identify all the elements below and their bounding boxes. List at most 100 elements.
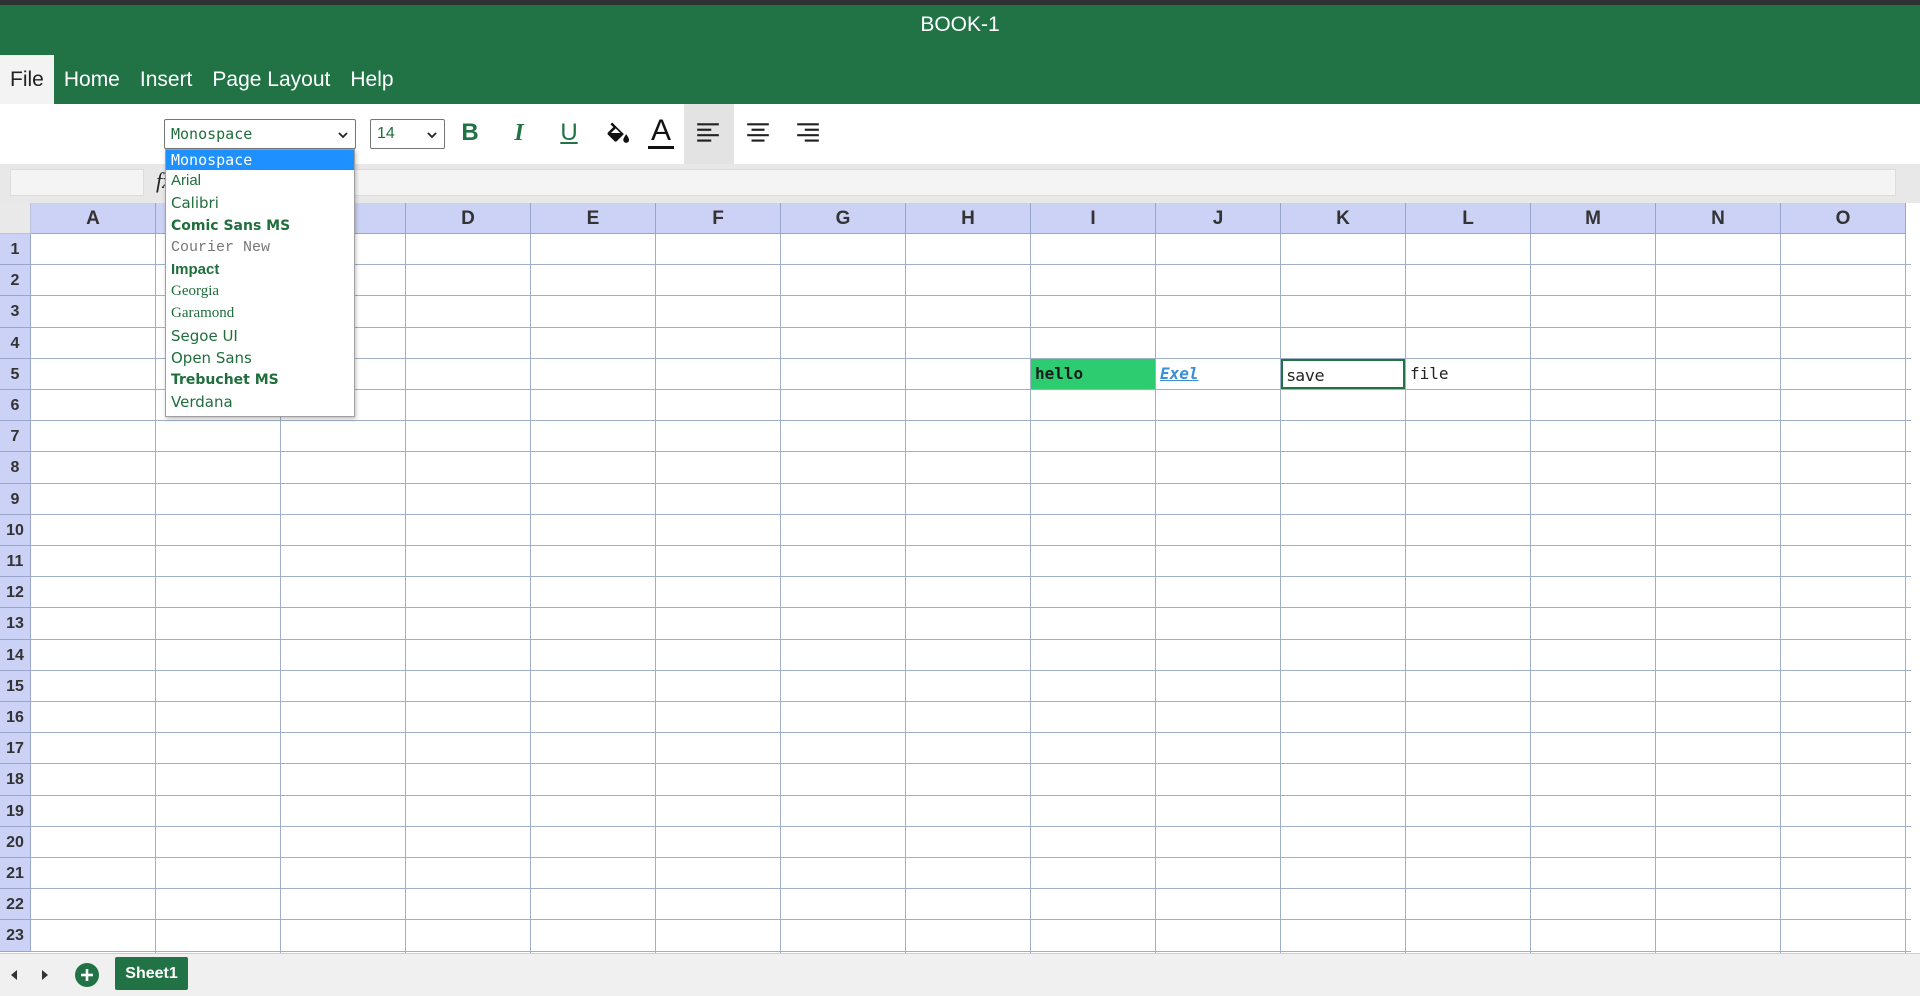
font-family-value: Monospace: [171, 125, 253, 143]
menu-help[interactable]: Help: [340, 55, 403, 104]
font-size-select[interactable]: 14: [370, 119, 445, 149]
column-header-j[interactable]: J: [1156, 203, 1281, 234]
column-header-f[interactable]: F: [656, 203, 781, 234]
column-gridline: [1905, 234, 1906, 953]
column-header-l[interactable]: L: [1406, 203, 1531, 234]
cut-button[interactable]: [7, 13, 43, 49]
row-header-5[interactable]: 5: [0, 358, 31, 390]
align-center-button[interactable]: [738, 113, 778, 153]
row-gridline: [31, 576, 1911, 578]
menu-page-layout[interactable]: Page Layout: [202, 55, 340, 104]
column-header-a[interactable]: A: [31, 203, 156, 234]
row-header-9[interactable]: 9: [0, 483, 31, 515]
column-gridline: [1155, 234, 1156, 953]
row-header-12[interactable]: 12: [0, 577, 31, 609]
font-option-calibri[interactable]: Calibri: [166, 192, 354, 215]
column-header-e[interactable]: E: [531, 203, 656, 234]
chevron-down-icon: [338, 132, 348, 139]
italic-button[interactable]: I: [499, 113, 539, 153]
row-gridline: [31, 669, 1911, 671]
column-gridline: [1780, 234, 1781, 953]
column-header-m[interactable]: M: [1531, 203, 1656, 234]
formula-input[interactable]: [176, 169, 1896, 196]
row-header-14[interactable]: 14: [0, 639, 31, 671]
fill-color-button[interactable]: [598, 113, 638, 153]
add-sheet-icon[interactable]: [74, 962, 100, 988]
select-all-corner[interactable]: [0, 203, 31, 234]
row-header-22[interactable]: 22: [0, 889, 31, 921]
row-header-8[interactable]: 8: [0, 452, 31, 484]
row-header-1[interactable]: 1: [0, 234, 31, 266]
font-option-georgia[interactable]: Georgia: [166, 281, 354, 302]
align-left-button[interactable]: [688, 113, 728, 153]
row-header-15[interactable]: 15: [0, 670, 31, 702]
row-header-10[interactable]: 10: [0, 514, 31, 546]
row-gridline: [31, 763, 1911, 765]
row-header-4[interactable]: 4: [0, 327, 31, 359]
font-option-trebuchet-ms[interactable]: Trebuchet MS: [166, 369, 354, 391]
cell-k5[interactable]: save: [1281, 358, 1405, 389]
cell-l5[interactable]: file: [1406, 359, 1530, 389]
align-center-icon: [747, 123, 769, 142]
text-color-button[interactable]: A: [641, 113, 681, 153]
text-color-swatch: [648, 145, 674, 149]
scroll-right-icon[interactable]: [40, 969, 50, 981]
column-header-g[interactable]: G: [781, 203, 906, 234]
row-header-7[interactable]: 7: [0, 421, 31, 453]
font-family-select[interactable]: Monospace: [164, 119, 356, 149]
row-header-16[interactable]: 16: [0, 702, 31, 734]
font-option-arial[interactable]: Arial: [166, 170, 354, 192]
title-bar: BOOK-1: [0, 5, 1920, 55]
row-header-3[interactable]: 3: [0, 296, 31, 328]
column-header-n[interactable]: N: [1656, 203, 1781, 234]
row-header-2[interactable]: 2: [0, 265, 31, 297]
column-header-k[interactable]: K: [1281, 203, 1406, 234]
fill-color-icon: [607, 122, 630, 143]
font-option-comic-sans-ms[interactable]: Comic Sans MS: [166, 215, 354, 237]
sheet-bar: Sheet1: [0, 953, 1920, 996]
menu-file[interactable]: File: [0, 55, 54, 104]
row-header-20[interactable]: 20: [0, 826, 31, 858]
row-header-18[interactable]: 18: [0, 764, 31, 796]
font-option-courier-new[interactable]: Courier New: [166, 237, 354, 258]
column-gridline: [1280, 234, 1281, 953]
font-option-segoe-ui[interactable]: Segoe UI: [166, 325, 354, 347]
name-box[interactable]: [10, 169, 144, 196]
row-header-6[interactable]: 6: [0, 390, 31, 422]
font-option-monospace[interactable]: Monospace: [166, 150, 354, 170]
row-gridline: [31, 888, 1911, 890]
menu-home[interactable]: Home: [54, 55, 130, 104]
column-gridline: [1655, 234, 1656, 953]
paste-icon: [113, 17, 137, 45]
sheet-tab-sheet1[interactable]: Sheet1: [115, 957, 188, 990]
row-header-13[interactable]: 13: [0, 608, 31, 640]
font-option-verdana[interactable]: Verdana: [166, 391, 354, 413]
cell-i5[interactable]: hello: [1031, 358, 1155, 389]
cell-j5[interactable]: Exel: [1156, 359, 1280, 389]
row-header-17[interactable]: 17: [0, 733, 31, 765]
row-gridline: [31, 545, 1911, 546]
paste-button[interactable]: [107, 13, 143, 49]
row-gridline: [31, 950, 1911, 952]
column-header-i[interactable]: I: [1031, 203, 1156, 234]
row-gridline: [31, 701, 1911, 702]
scroll-left-icon[interactable]: [9, 969, 19, 981]
underline-button[interactable]: U: [549, 113, 589, 153]
bold-button[interactable]: B: [450, 113, 490, 153]
copy-button[interactable]: [57, 13, 93, 49]
font-option-garamond[interactable]: Garamond: [166, 302, 354, 325]
column-header-d[interactable]: D: [406, 203, 531, 234]
align-right-button[interactable]: [788, 113, 828, 153]
font-option-open-sans[interactable]: Open Sans: [166, 347, 354, 369]
font-option-impact[interactable]: Impact: [166, 258, 354, 281]
row-gridline: [31, 732, 1911, 734]
column-gridline: [655, 234, 656, 953]
row-header-21[interactable]: 21: [0, 858, 31, 890]
font-size-value: 14: [377, 125, 395, 142]
row-header-19[interactable]: 19: [0, 795, 31, 827]
row-header-11[interactable]: 11: [0, 546, 31, 578]
column-header-o[interactable]: O: [1781, 203, 1906, 234]
column-header-h[interactable]: H: [906, 203, 1031, 234]
row-header-23[interactable]: 23: [0, 920, 31, 952]
menu-insert[interactable]: Insert: [130, 55, 203, 104]
